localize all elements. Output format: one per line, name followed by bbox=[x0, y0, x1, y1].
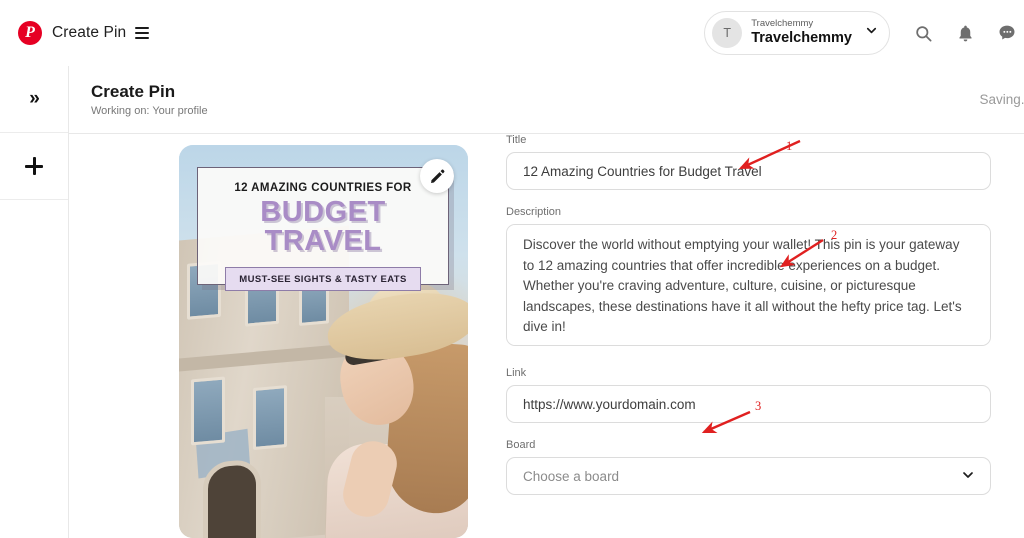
overlay-badge: MUST-SEE SIGHTS & TASTY EATS bbox=[225, 267, 421, 291]
top-bar-actions: T Travelchemmy Travelchemmy bbox=[704, 11, 1024, 55]
description-label: Description bbox=[506, 206, 562, 218]
left-rail: » bbox=[0, 66, 69, 538]
hamburger-menu-icon[interactable] bbox=[135, 27, 150, 39]
overlay-line-2: BUDGET TRAVEL bbox=[260, 196, 386, 257]
brand-title: Create Pin bbox=[52, 24, 127, 41]
title-input[interactable] bbox=[506, 152, 991, 190]
page-title: Create Pin bbox=[91, 82, 176, 102]
link-input[interactable] bbox=[506, 385, 991, 423]
page-header: Create Pin Working on: Your profile Savi… bbox=[69, 66, 1024, 134]
annotation-number-3: 3 bbox=[755, 399, 762, 413]
annotation-number-2: 2 bbox=[831, 228, 838, 242]
page-subtitle: Working on: Your profile bbox=[91, 104, 208, 117]
avatar: T bbox=[712, 18, 743, 48]
pinterest-logo-icon[interactable]: P bbox=[18, 21, 42, 45]
double-chevron-right-icon: » bbox=[29, 88, 40, 109]
page-header-texts: Create Pin Working on: Your profile bbox=[91, 82, 208, 117]
overlay-line-1: 12 AMAZING COUNTRIES FOR bbox=[234, 182, 412, 194]
plus-icon bbox=[25, 157, 43, 175]
account-names: Travelchemmy Travelchemmy bbox=[751, 19, 852, 46]
top-navigation-bar: P Create Pin T Travelchemmy Travelchemmy bbox=[0, 0, 1024, 66]
chevron-down-icon[interactable] bbox=[864, 23, 879, 43]
chevron-down-icon bbox=[960, 467, 976, 486]
annotation-number-1: 1 bbox=[786, 139, 793, 153]
pin-image-preview[interactable]: 12 AMAZING COUNTRIES FOR BUDGET TRAVEL M… bbox=[179, 145, 468, 538]
link-label: Link bbox=[506, 367, 527, 379]
account-handle: Travelchemmy bbox=[751, 18, 814, 30]
board-label: Board bbox=[506, 439, 536, 451]
messages-chat-icon[interactable] bbox=[990, 16, 1024, 50]
search-icon[interactable] bbox=[906, 16, 940, 50]
pin-text-overlay: 12 AMAZING COUNTRIES FOR BUDGET TRAVEL M… bbox=[197, 167, 449, 291]
saving-status: Saving... bbox=[979, 92, 1024, 107]
title-label: Title bbox=[506, 134, 527, 146]
notifications-bell-icon[interactable] bbox=[948, 16, 982, 50]
sidebar-item-expand[interactable]: » bbox=[0, 66, 68, 133]
edit-pencil-icon[interactable] bbox=[420, 159, 454, 193]
description-textarea[interactable]: Discover the world without emptying your… bbox=[506, 224, 991, 346]
account-name: Travelchemmy bbox=[751, 30, 852, 47]
account-switcher-chip[interactable]: T Travelchemmy Travelchemmy bbox=[704, 11, 890, 55]
sidebar-item-create[interactable] bbox=[0, 133, 68, 200]
board-select[interactable]: Choose a board bbox=[506, 457, 991, 495]
pin-details-form: Title Description Discover the world wit… bbox=[506, 134, 996, 495]
brand-area[interactable]: P Create Pin bbox=[18, 21, 150, 45]
board-select-value: Choose a board bbox=[523, 468, 620, 484]
create-pin-content: 12 AMAZING COUNTRIES FOR BUDGET TRAVEL M… bbox=[69, 134, 1024, 538]
